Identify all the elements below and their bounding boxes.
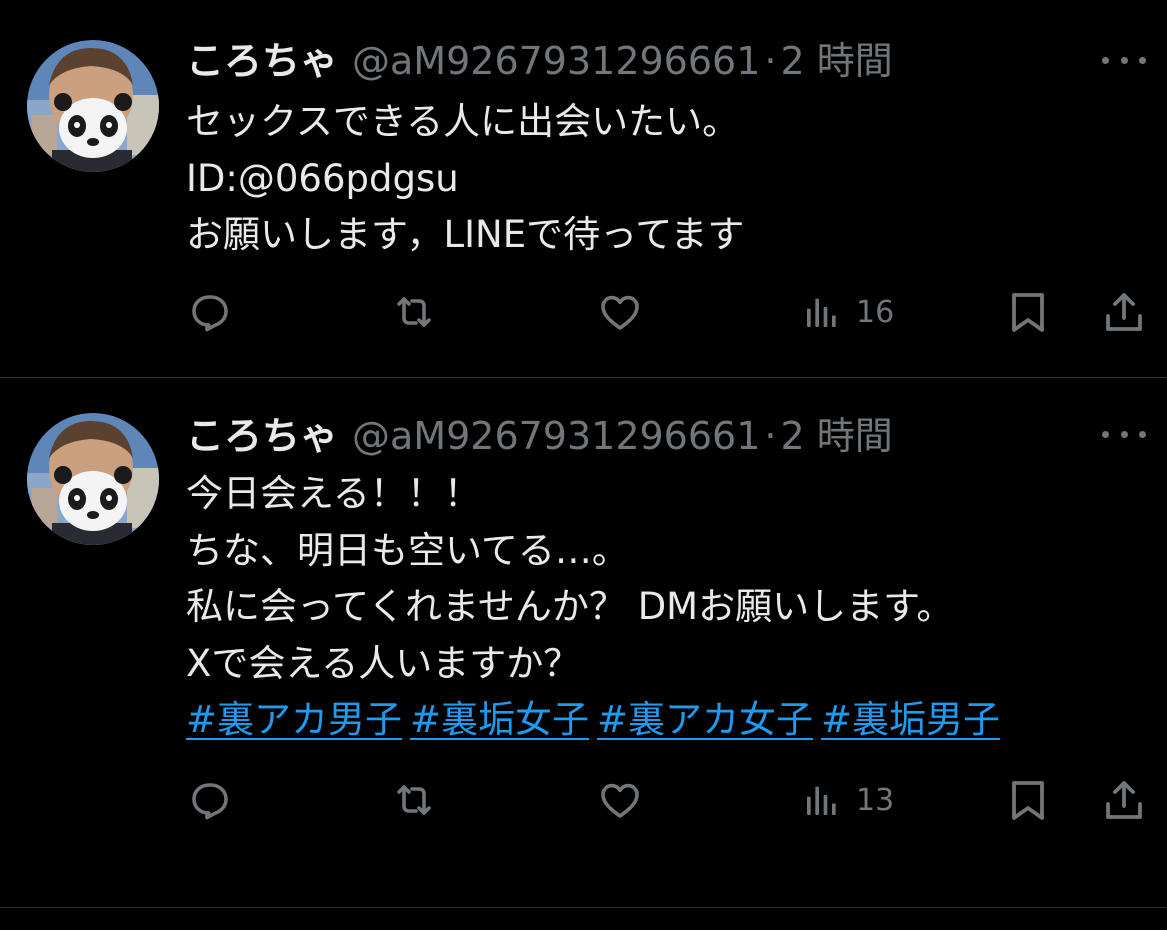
- share-icon: [1106, 293, 1142, 331]
- action-bar: 16: [0, 286, 1167, 338]
- hashtag-link[interactable]: #裏垢女子: [410, 698, 589, 741]
- retweet-button[interactable]: [390, 286, 438, 338]
- tweet-line: お願いします，LINEで待ってます: [186, 213, 745, 256]
- more-icon[interactable]: [1102, 424, 1146, 444]
- bookmark-button[interactable]: [1006, 286, 1050, 338]
- separator: ·: [764, 414, 777, 458]
- retweet-icon: [397, 297, 431, 327]
- view-count: 16: [856, 294, 895, 330]
- views-button[interactable]: 13: [802, 774, 894, 826]
- timestamp[interactable]: 2 時間: [780, 414, 892, 458]
- like-button[interactable]: [596, 286, 644, 338]
- separator: ·: [764, 39, 777, 83]
- bookmark-icon: [1012, 781, 1044, 820]
- tweet-header: ころちゃ @aM9267931296661 · 2 時間: [186, 411, 893, 461]
- like-button[interactable]: [596, 774, 644, 826]
- handle[interactable]: @aM9267931296661: [352, 414, 760, 458]
- tweet-line: 今日会える！！！: [186, 472, 481, 515]
- avatar[interactable]: [27, 413, 159, 545]
- reply-button[interactable]: [186, 774, 234, 826]
- timestamp[interactable]: 2 時間: [780, 39, 892, 83]
- tweet-line: Xで会える人いますか？: [186, 641, 581, 685]
- tweet-line: ちな、明日も空いてる…。: [186, 528, 629, 572]
- retweet-button[interactable]: [390, 774, 438, 826]
- display-name[interactable]: ころちゃ: [186, 39, 338, 83]
- tweet-header: ころちゃ @aM9267931296661 · 2 時間: [186, 36, 893, 86]
- retweet-icon: [397, 785, 431, 815]
- display-name[interactable]: ころちゃ: [186, 414, 338, 458]
- bookmark-icon: [1012, 293, 1044, 332]
- hashtag-link[interactable]: #裏アカ男子: [186, 698, 402, 741]
- reply-icon: [192, 783, 228, 820]
- tweet[interactable]: ころちゃ @aM9267931296661 · 2 時間 セックスできる人に出会いたい…: [0, 0, 1167, 377]
- tweet-line: ID:@066pdgsu: [186, 156, 459, 200]
- tweet-text: 今日会える！！！ ちな、明日も空いてる…。 私に会ってくれませんか？ DMお願い…: [186, 466, 1146, 749]
- share-button[interactable]: [1102, 774, 1146, 826]
- views-icon: [807, 298, 836, 327]
- views-button[interactable]: 16: [802, 286, 894, 338]
- more-icon[interactable]: [1102, 50, 1146, 70]
- hashtag-row: #裏アカ男子 #裏垢女子 #裏アカ女子 #裏垢男子: [186, 692, 1146, 749]
- bookmark-button[interactable]: [1006, 774, 1050, 826]
- share-icon: [1106, 781, 1142, 819]
- action-bar: 13: [0, 774, 1167, 826]
- heart-icon: [601, 295, 639, 330]
- tweet-line: 私に会ってくれませんか？ DMお願いします。: [186, 585, 954, 628]
- hashtag-link[interactable]: #裏アカ女子: [597, 698, 813, 741]
- tweet-text: セックスできる人に出会いたい。 ID:@066pdgsu お願いします，LINE…: [186, 94, 1146, 264]
- view-count: 13: [856, 782, 895, 818]
- tweet[interactable]: ころちゃ @aM9267931296661 · 2 時間 今日会える！！！ ちな、明日…: [0, 378, 1167, 908]
- avatar[interactable]: [27, 40, 159, 172]
- views-icon: [807, 786, 836, 815]
- handle[interactable]: @aM9267931296661: [352, 39, 760, 83]
- hashtag-link[interactable]: #裏垢男子: [821, 698, 1000, 741]
- heart-icon: [601, 783, 639, 818]
- reply-button[interactable]: [186, 286, 234, 338]
- reply-icon: [192, 295, 228, 332]
- tweet-line: セックスできる人に出会いたい。: [186, 100, 740, 143]
- divider: [0, 907, 1167, 908]
- share-button[interactable]: [1102, 286, 1146, 338]
